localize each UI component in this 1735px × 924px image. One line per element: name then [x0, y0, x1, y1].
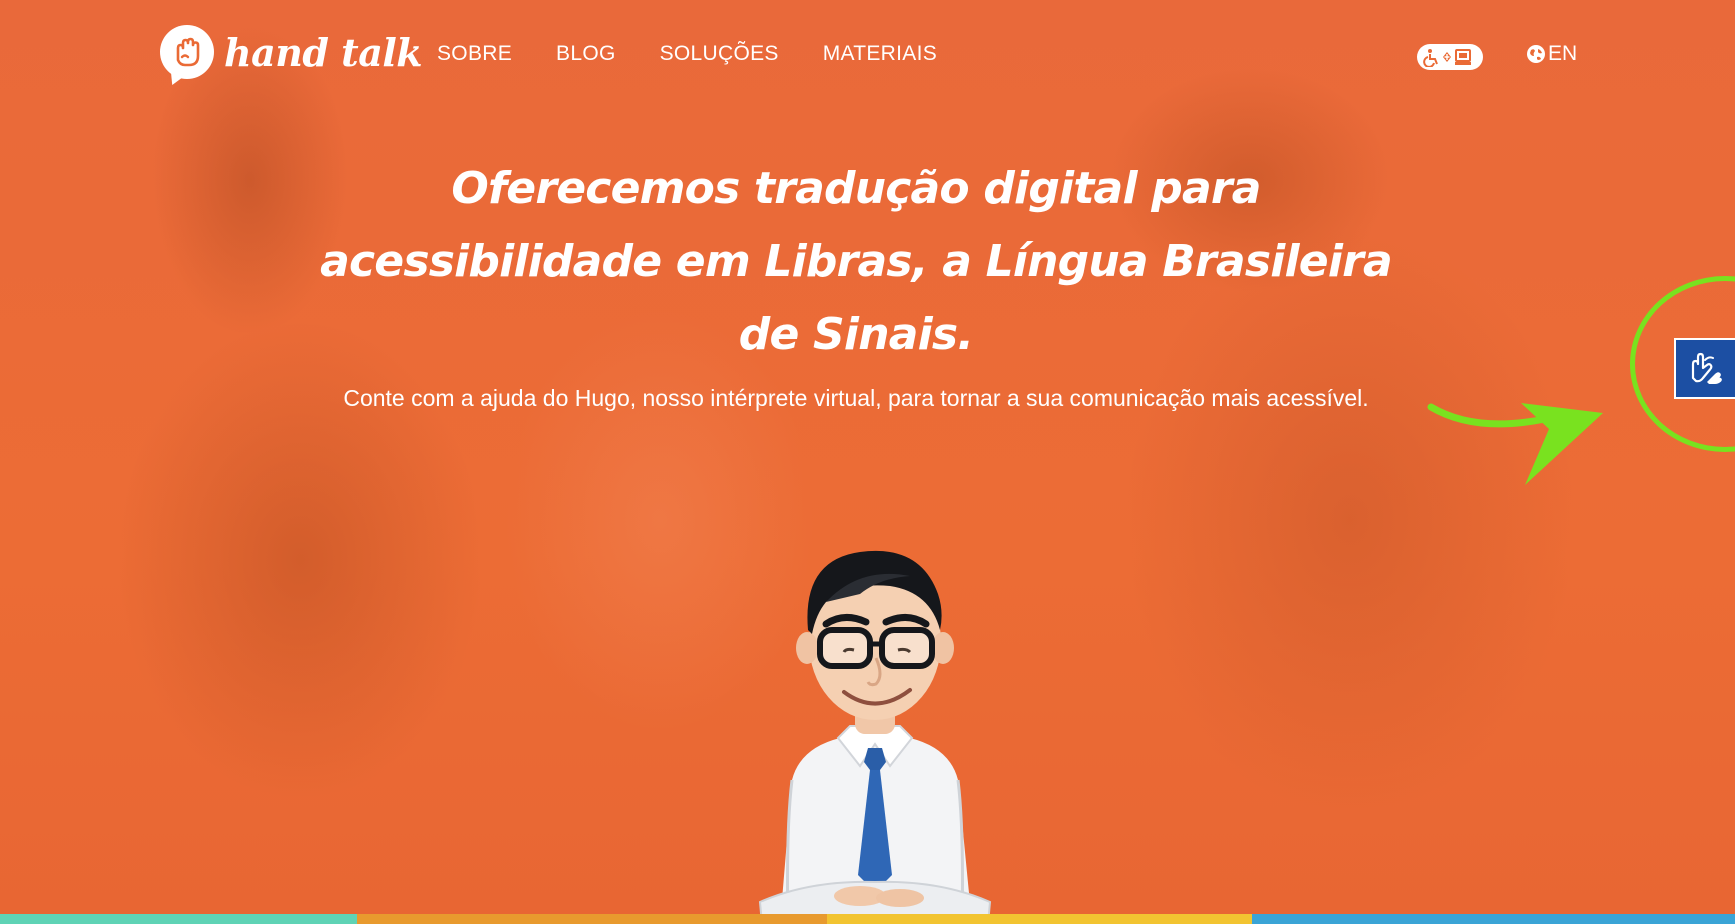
hero-subtitle: Conte com a ajuda do Hugo, nosso intérpr…: [343, 385, 1369, 411]
globe-icon: [1527, 45, 1545, 63]
accessibility-button[interactable]: [1417, 44, 1483, 70]
pointer-arrow-icon: [1427, 403, 1603, 485]
hugo-avatar: [758, 550, 992, 924]
language-switch[interactable]: EN: [1526, 42, 1577, 66]
nav-item-materiais[interactable]: MATERIAIS: [823, 42, 937, 66]
brand-name: hand talk: [224, 29, 423, 75]
wheelchair-accessibility-icon: [1423, 49, 1471, 67]
color-bar-segment-orange: [357, 914, 827, 924]
nav-item-sobre[interactable]: SOBRE: [437, 42, 512, 66]
bottom-color-bar: [0, 914, 1735, 924]
sign-language-hands-icon: [1691, 352, 1722, 384]
nav-item-solucoes[interactable]: SOLUÇÕES: [660, 42, 779, 66]
main-nav: SOBRE BLOG SOLUÇÕES MATERIAIS: [437, 42, 937, 66]
nav-item-blog[interactable]: BLOG: [556, 42, 616, 66]
site-header: hand talk SOBRE BLOG SOLUÇÕES MATERIAIS …: [0, 0, 1735, 115]
sign-language-widget-button[interactable]: [1674, 338, 1735, 399]
hero-title: Oferecemos tradução digital para acessib…: [320, 163, 1393, 360]
color-bar-segment-teal: [0, 914, 357, 924]
hand-talk-logo[interactable]: hand talk: [160, 24, 423, 80]
color-bar-segment-yellow: [827, 914, 1252, 924]
language-label: EN: [1548, 42, 1578, 65]
hand-logo-icon: [160, 25, 214, 79]
color-bar-segment-blue: [1252, 914, 1735, 924]
